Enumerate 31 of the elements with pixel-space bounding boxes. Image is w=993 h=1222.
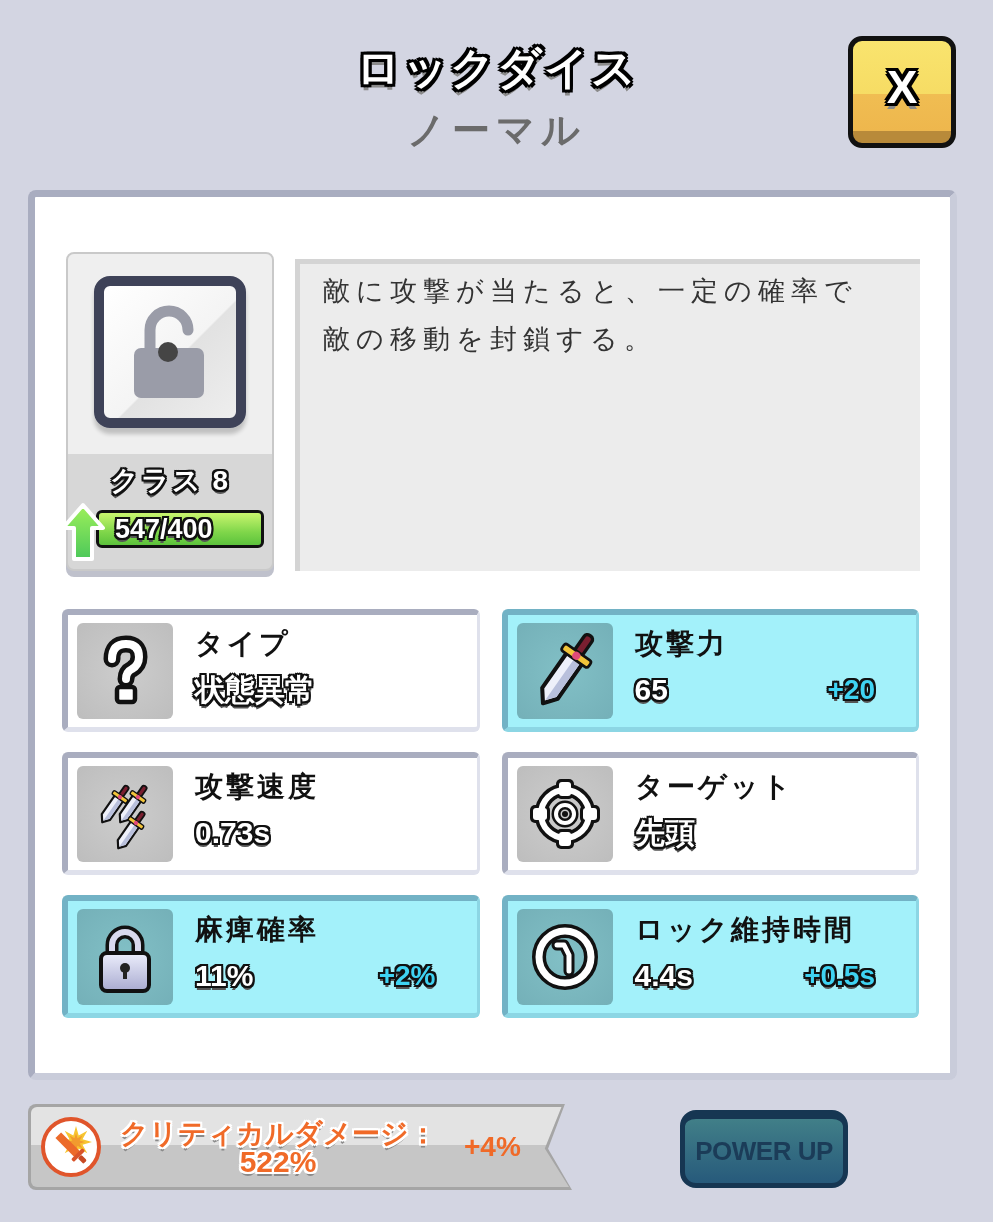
padlock-icon: [77, 909, 173, 1005]
stat-label: ターゲット: [634, 770, 795, 804]
three-swords-icon: [77, 766, 173, 862]
critical-damage-value: 522%: [239, 1149, 317, 1175]
sword-burst-icon: [40, 1116, 102, 1178]
close-button[interactable]: X: [848, 36, 956, 148]
open-padlock-icon: [94, 276, 246, 428]
stat-label: 麻痺確率: [195, 913, 320, 947]
stat-value: 0.73s: [195, 815, 271, 851]
stat-bonus: +20: [827, 673, 875, 707]
stat-value: 11%: [195, 958, 254, 994]
class-label: クラス 8: [109, 464, 231, 498]
sword-icon: [516, 623, 613, 719]
stat-value: 4.4s: [634, 958, 693, 994]
stat-label: 攻撃速度: [195, 770, 320, 804]
critical-damage-bonus: +4%: [464, 1130, 521, 1164]
stat-bonus: +2%: [378, 959, 436, 993]
stat-label: ロック維持時間: [634, 913, 856, 947]
question-mark-icon: [77, 623, 173, 719]
stat-value: 先頭: [634, 813, 695, 853]
dice-title: ロックダイス: [355, 42, 638, 94]
crosshair-icon: [516, 766, 613, 862]
stat-value: 65: [634, 672, 668, 708]
critical-damage-label: クリティカルダメージ：: [119, 1119, 437, 1149]
clock-icon: [516, 909, 613, 1005]
stat-bonus: +0.5s: [804, 959, 875, 993]
progress-reading: 547/400: [114, 513, 214, 545]
stat-label: タイプ: [195, 627, 292, 661]
rarity-label: ノーマル: [407, 108, 586, 153]
description-text: 敵に攻撃が当たると、一定の確率で敵の移動を封鎖する。: [323, 275, 859, 356]
stat-label: 攻撃力: [634, 627, 729, 661]
